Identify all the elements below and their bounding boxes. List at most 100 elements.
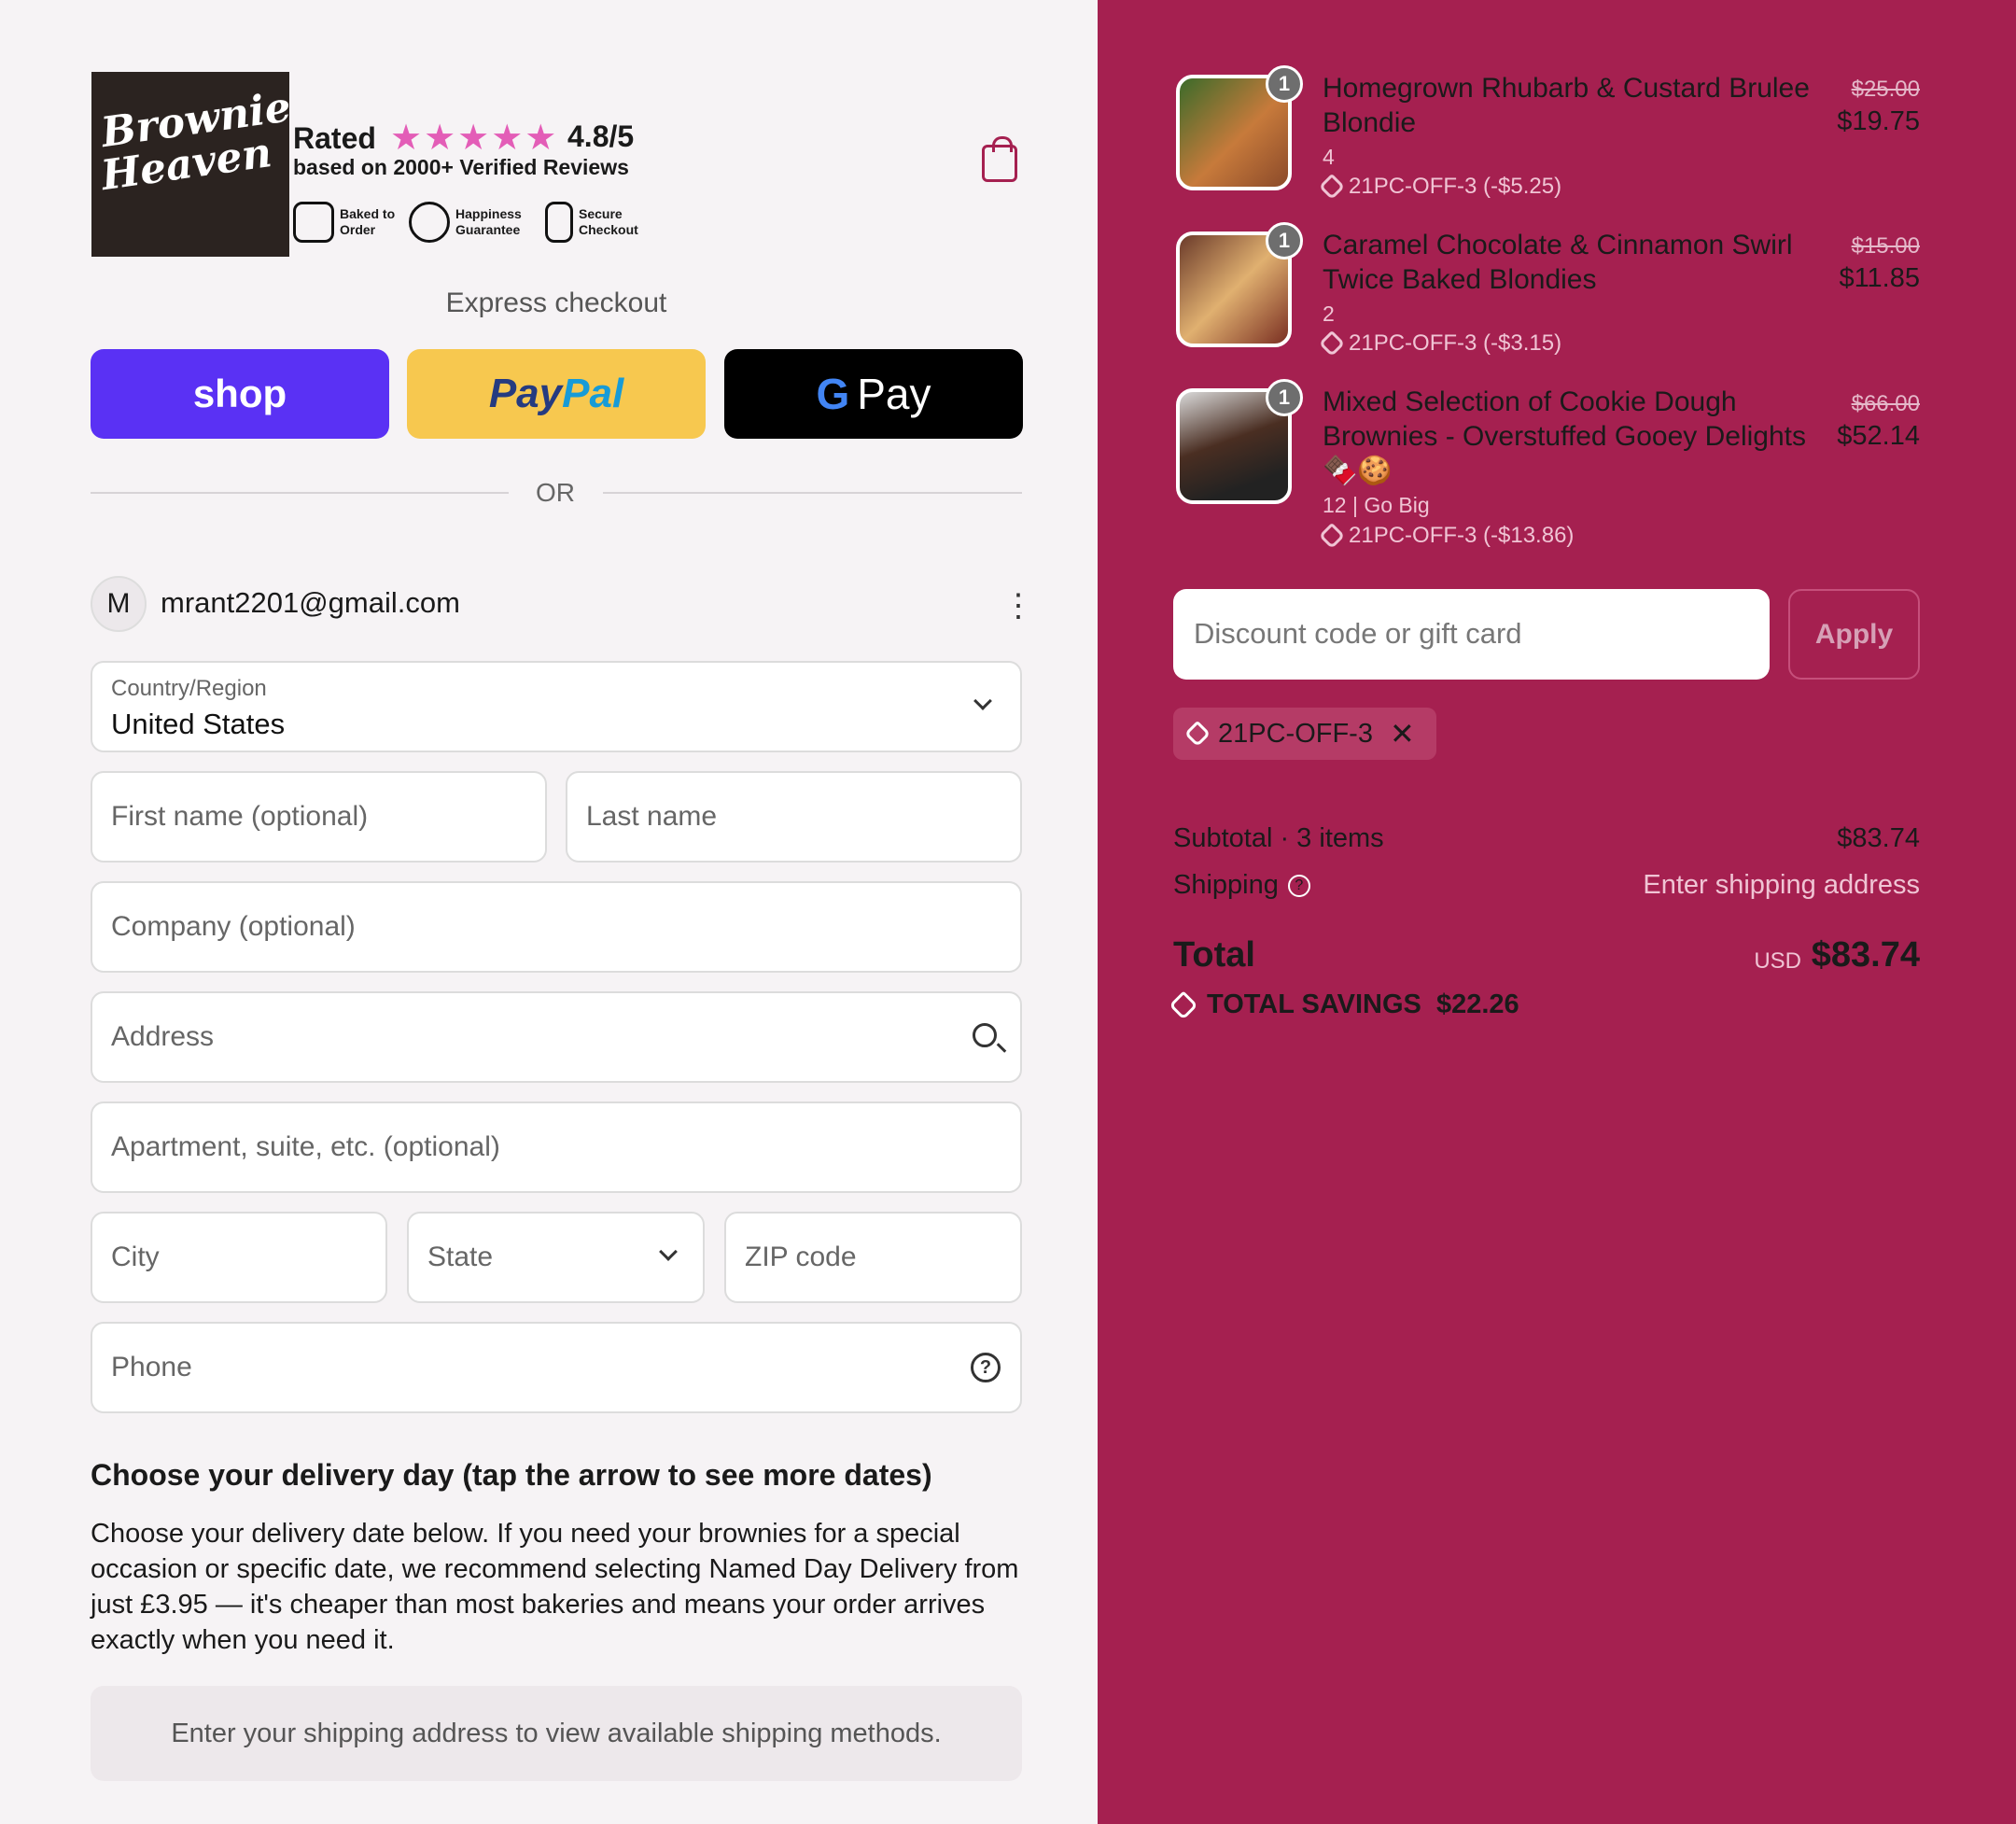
product-variant: 2 xyxy=(1323,302,1335,326)
last-name-field[interactable]: Last name xyxy=(566,771,1022,863)
badge-line: Happiness xyxy=(455,206,522,221)
product-name: Mixed Selection of Cookie Dough Brownies… xyxy=(1323,386,1807,486)
rating-score: 4.8/5 xyxy=(567,119,635,153)
original-price: $66.00 xyxy=(1851,391,1920,416)
quantity-badge: 1 xyxy=(1266,379,1303,416)
google-pay-label: Pay xyxy=(857,370,931,418)
state-select[interactable]: State xyxy=(407,1212,705,1303)
close-icon[interactable]: ✕ xyxy=(1390,716,1415,751)
tag-icon xyxy=(1169,989,1198,1020)
badge-line: Secure xyxy=(579,206,623,221)
discount-text: 21PC-OFF-3 (-$3.15) xyxy=(1349,330,1562,356)
badge-line: Guarantee xyxy=(455,222,521,237)
phone-placeholder: Phone xyxy=(111,1352,192,1382)
chevron-down-icon xyxy=(973,692,992,710)
mixer-icon xyxy=(293,202,334,243)
help-icon[interactable]: ? xyxy=(1287,874,1310,897)
discount-text: 21PC-OFF-3 (-$13.86) xyxy=(1349,523,1575,548)
brownie-heaven-logo[interactable]: Brownie Heaven xyxy=(91,72,294,257)
star-rating-icon: ★★★★★ xyxy=(390,119,559,158)
paypal-button[interactable]: Pay Pal xyxy=(407,349,706,439)
shop-pay-label: shop xyxy=(192,372,287,415)
quantity-badge: 1 xyxy=(1266,222,1303,260)
shipping-label: Shipping xyxy=(1173,870,1279,900)
discount-code-input[interactable]: Discount code or gift card xyxy=(1173,589,1770,680)
total-savings-text: TOTAL SAVINGS $22.26 xyxy=(1207,989,1519,1019)
product-variant: 4 xyxy=(1323,145,1335,169)
apartment-field[interactable]: Apartment, suite, etc. (optional) xyxy=(91,1101,1022,1193)
currency-code: USD xyxy=(1754,948,1801,974)
total-savings: TOTAL SAVINGS $22.26 xyxy=(1169,989,1519,1020)
express-checkout-title: Express checkout xyxy=(445,288,667,318)
address-placeholder: Address xyxy=(111,1021,215,1052)
chevron-down-icon xyxy=(659,1242,678,1261)
state-placeholder: State xyxy=(427,1242,494,1272)
account-email: mrant2201@gmail.com xyxy=(161,586,460,619)
badge-happiness-guarantee: Happiness Guarantee xyxy=(409,202,528,243)
zip-placeholder: ZIP code xyxy=(745,1242,857,1272)
lock-icon xyxy=(545,202,573,243)
total-label: Total xyxy=(1173,935,1255,975)
more-options-icon[interactable]: ⋮ xyxy=(1002,590,1034,622)
product-discount: 21PC-OFF-3 (-$3.15) xyxy=(1318,330,1562,358)
subtotal-label: Subtotal · 3 items xyxy=(1173,823,1384,853)
last-name-placeholder: Last name xyxy=(586,801,718,832)
apply-discount-button[interactable]: Apply xyxy=(1788,589,1920,680)
shopping-bag-icon[interactable] xyxy=(982,136,1017,182)
shipping-value: Enter shipping address xyxy=(1643,870,1920,900)
heart-icon xyxy=(409,202,450,243)
city-field[interactable]: City xyxy=(91,1212,387,1303)
checkout-form-panel: Brownie Heaven Rated ★★★★★ 4.8/5 based o… xyxy=(0,0,1098,1824)
product-name: Homegrown Rhubarb & Custard Brulee Blond… xyxy=(1323,73,1810,138)
zip-field[interactable]: ZIP code xyxy=(724,1212,1022,1303)
product-discount: 21PC-OFF-3 (-$13.86) xyxy=(1318,522,1575,550)
rating-label: Rated xyxy=(293,121,376,155)
badge-secure-checkout: Secure Checkout xyxy=(545,202,651,243)
discounted-price: $52.14 xyxy=(1837,421,1920,451)
discounted-price: $19.75 xyxy=(1837,106,1920,136)
google-pay-button[interactable]: G Pay xyxy=(724,349,1023,439)
country-select[interactable]: Country/Region United States xyxy=(91,661,1022,752)
shop-pay-button[interactable]: shop xyxy=(91,349,389,439)
search-icon[interactable] xyxy=(973,1023,997,1047)
country-label: Country/Region xyxy=(111,676,267,701)
tag-icon xyxy=(1183,720,1211,748)
avatar: M xyxy=(91,576,147,632)
shipping-notice-text: Enter your shipping address to view avai… xyxy=(171,1718,942,1748)
paypal-label-b: Pal xyxy=(562,371,624,416)
shipping-label-row: Shipping ? xyxy=(1173,870,1310,901)
delivery-day-title: Choose your delivery day (tap the arrow … xyxy=(91,1458,932,1492)
tag-icon xyxy=(1318,173,1346,201)
applied-code-text: 21PC-OFF-3 xyxy=(1218,718,1373,749)
divider xyxy=(91,492,509,494)
phone-field[interactable]: Phone ? xyxy=(91,1322,1022,1413)
subtotal-value: $83.74 xyxy=(1837,823,1920,853)
badge-line: Checkout xyxy=(579,222,638,237)
google-g-icon: G xyxy=(816,370,850,418)
or-divider-text: OR xyxy=(536,478,575,507)
apartment-placeholder: Apartment, suite, etc. (optional) xyxy=(111,1131,500,1162)
total-value: $83.74 xyxy=(1811,935,1920,975)
city-placeholder: City xyxy=(111,1242,160,1272)
badge-line: Baked to xyxy=(340,206,396,221)
original-price: $25.00 xyxy=(1851,77,1920,102)
product-name: Caramel Chocolate & Cinnamon Swirl Twice… xyxy=(1323,230,1793,295)
company-placeholder: Company (optional) xyxy=(111,911,356,942)
badge-line: Order xyxy=(340,222,376,237)
company-field[interactable]: Company (optional) xyxy=(91,881,1022,973)
badge-baked-to-order: Baked to Order xyxy=(293,202,413,243)
shipping-methods-notice: Enter your shipping address to view avai… xyxy=(91,1686,1022,1781)
tag-icon xyxy=(1318,330,1346,358)
country-value: United States xyxy=(111,708,286,740)
address-field[interactable]: Address xyxy=(91,991,1022,1083)
applied-discount-chip: 21PC-OFF-3 ✕ xyxy=(1173,708,1436,760)
first-name-field[interactable]: First name (optional) xyxy=(91,771,547,863)
help-icon[interactable]: ? xyxy=(971,1353,1001,1382)
product-discount: 21PC-OFF-3 (-$5.25) xyxy=(1318,173,1561,201)
delivery-description: Choose your delivery date below. If you … xyxy=(91,1519,1019,1655)
original-price: $15.00 xyxy=(1851,233,1920,259)
first-name-placeholder: First name (optional) xyxy=(111,801,369,832)
tag-icon xyxy=(1318,522,1346,550)
divider xyxy=(603,492,1022,494)
paypal-label-a: Pay xyxy=(488,371,563,416)
